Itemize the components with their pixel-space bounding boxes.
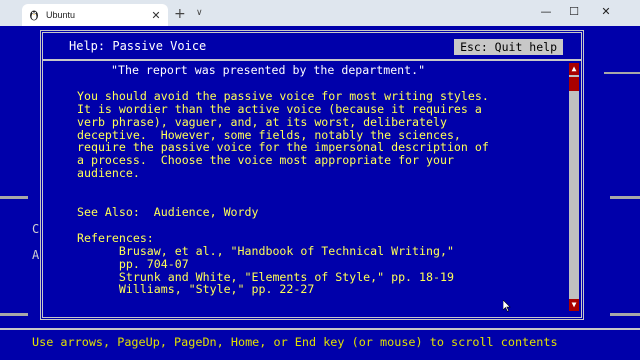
help-line: You should avoid the passive voice for m…	[77, 88, 489, 103]
help-title: Help: Passive Voice	[69, 39, 207, 53]
scrollbar[interactable]: ▲ ▼	[569, 63, 579, 311]
help-line: "The report was presented by the departm…	[111, 63, 426, 77]
help-line: audience.	[77, 166, 140, 181]
scroll-thumb[interactable]	[569, 77, 579, 91]
new-tab-button[interactable]: +	[174, 7, 186, 21]
help-line: Brusaw, et al., "Handbook of Technical W…	[77, 243, 454, 258]
close-tab-icon[interactable]: ✕	[150, 9, 162, 22]
tab-title: Ubuntu	[46, 10, 76, 20]
close-window-button[interactable]: ✕	[598, 6, 614, 18]
help-content: "The report was presented by the departm…	[77, 64, 557, 296]
help-line: See Also: Audience, Wordy	[77, 204, 259, 219]
help-line: verb phrase), vaguer, and, at its worst,…	[77, 114, 447, 129]
help-line	[77, 219, 557, 232]
help-line: pp. 704-07	[77, 256, 189, 271]
linux-penguin-icon	[28, 9, 40, 21]
terminal-screen: C A Help: Passive Voice Esc: Quit help "…	[0, 26, 640, 360]
help-line: It is wordier than the active voice (bec…	[77, 101, 482, 116]
chevron-down-icon[interactable]: ∨	[196, 8, 203, 18]
mouse-pointer-icon	[502, 297, 511, 312]
help-line: Williams, "Style," pp. 22-27	[77, 282, 315, 297]
background-frame	[604, 26, 640, 74]
terminal-titlebar: Ubuntu ✕ + ∨ — ☐ ✕	[0, 0, 640, 26]
background-text: C	[32, 222, 40, 236]
maximize-button[interactable]: ☐	[566, 6, 582, 18]
help-line: References:	[77, 230, 154, 245]
status-bar: Use arrows, PageUp, PageDn, Home, or End…	[0, 328, 640, 354]
quit-help-button[interactable]: Esc: Quit help	[454, 39, 563, 55]
status-text: Use arrows, PageUp, PageDn, Home, or End…	[32, 335, 558, 349]
background-frame	[610, 196, 640, 316]
help-dialog: Help: Passive Voice Esc: Quit help "The …	[40, 30, 584, 320]
divider	[43, 59, 581, 61]
background-frame	[0, 196, 28, 316]
scroll-up-arrow-icon[interactable]: ▲	[569, 63, 579, 75]
help-line: a process. Choose the voice most appropr…	[77, 153, 454, 168]
help-line	[77, 180, 557, 193]
help-line	[77, 77, 557, 90]
tab-ubuntu[interactable]: Ubuntu ✕	[22, 4, 168, 26]
background-text: A	[32, 248, 40, 262]
minimize-button[interactable]: —	[538, 6, 554, 18]
scroll-down-arrow-icon[interactable]: ▼	[569, 299, 579, 311]
